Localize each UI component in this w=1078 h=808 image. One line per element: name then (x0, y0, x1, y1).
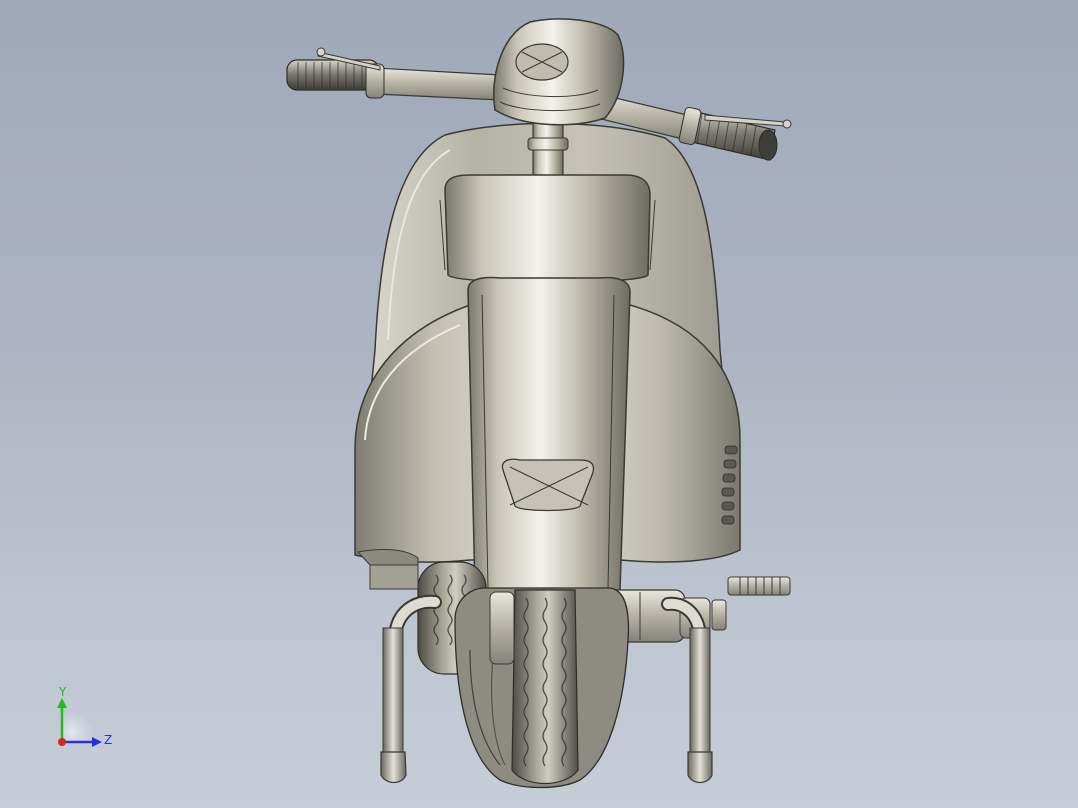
glovebox[interactable] (439, 174, 656, 284)
fork-cover[interactable] (467, 276, 631, 591)
right-grip[interactable] (678, 106, 778, 161)
x-axis-point (58, 738, 66, 746)
axis-triad: Y Z (57, 685, 112, 747)
fork-link (489, 591, 515, 665)
horn-emblem-top (515, 43, 569, 81)
y-arrow-icon (57, 698, 67, 708)
triad-plane (62, 708, 96, 742)
z-axis-label: Z (104, 733, 112, 747)
front-tire[interactable] (454, 587, 630, 789)
axle-bolt (711, 576, 791, 631)
underbody (357, 549, 419, 590)
y-axis-label: Y (58, 685, 67, 699)
scooter-model[interactable] (0, 0, 1078, 808)
horn-emblem (501, 458, 595, 512)
graphics-viewport[interactable]: Y Z (0, 0, 1078, 808)
z-arrow-icon (92, 737, 102, 747)
headlamp-housing[interactable] (493, 18, 625, 126)
